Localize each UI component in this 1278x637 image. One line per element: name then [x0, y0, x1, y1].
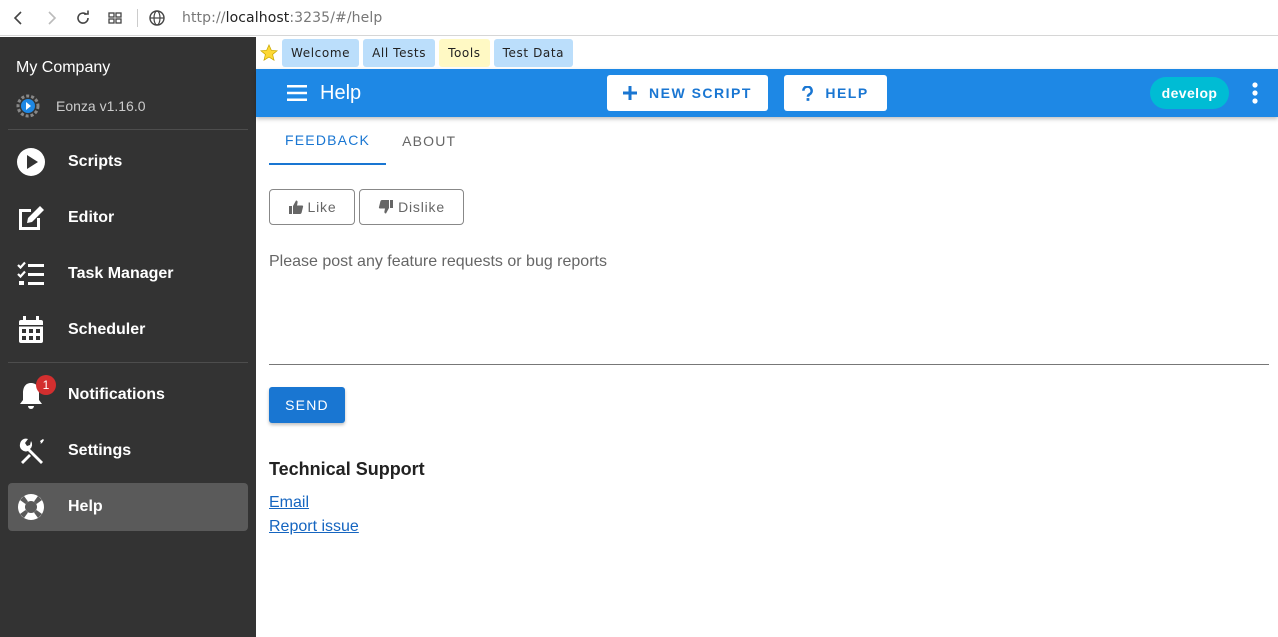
tab-feedback[interactable]: FEEDBACK — [269, 117, 387, 165]
feedback-textarea[interactable] — [269, 247, 1269, 365]
report-issue-link[interactable]: Report issue — [269, 518, 359, 536]
sidebar-item-label: Task Manager — [68, 265, 174, 282]
company-name: My Company — [16, 59, 111, 76]
browser-toolbar: http://localhost:3235/#/help — [0, 0, 1278, 36]
app-version: Eonza v1.16.0 — [56, 98, 146, 114]
tab-about[interactable]: ABOUT — [386, 117, 472, 165]
dislike-label: Dislike — [398, 199, 445, 215]
calendar-icon — [16, 315, 46, 345]
help-button[interactable]: HELP — [784, 75, 887, 111]
bookmark-all-tests[interactable]: All Tests — [363, 39, 436, 67]
eonza-logo-icon — [16, 94, 40, 118]
forward-icon — [48, 10, 57, 25]
sidebar-item-label: Settings — [68, 442, 132, 459]
new-script-button[interactable]: NEW SCRIPT — [607, 75, 768, 111]
version-row: Eonza v1.16.0 — [16, 94, 146, 118]
sidebar-divider — [8, 362, 248, 363]
back-button[interactable] — [3, 0, 35, 36]
page-title: Help — [320, 81, 362, 104]
send-button[interactable]: SEND — [269, 387, 345, 423]
forward-button[interactable] — [35, 0, 67, 36]
like-button[interactable]: Like — [269, 189, 355, 225]
help-tabs: FEEDBACK ABOUT — [269, 117, 472, 165]
sidebar-divider — [8, 129, 248, 130]
sidebar-item-label: Scheduler — [68, 321, 146, 338]
tools-icon — [16, 436, 46, 466]
globe-icon — [148, 9, 166, 27]
bookmarks-bar: Welcome All Tests Tools Test Data — [256, 37, 1278, 69]
reload-button[interactable] — [67, 0, 99, 36]
sidebar-item-label: Help — [68, 498, 103, 515]
technical-support-heading: Technical Support — [269, 459, 425, 479]
app-bar: Help NEW SCRIPT HELP develop — [256, 69, 1278, 117]
sidebar: My Company Eonza v1.16.0 Scripts Editor … — [0, 37, 256, 637]
url-scheme: http:// — [182, 9, 226, 26]
apps-button[interactable] — [99, 0, 131, 36]
like-label: Like — [307, 199, 337, 215]
url-path: :3235/#/help — [289, 9, 383, 26]
url-host: localhost — [225, 9, 290, 26]
play-circle-icon — [16, 147, 46, 177]
sidebar-item-settings[interactable]: Settings — [8, 427, 248, 475]
question-icon — [802, 85, 814, 101]
address-bar[interactable]: http://localhost:3235/#/help — [182, 10, 382, 26]
thumb-down-icon — [378, 200, 394, 214]
bookmark-welcome[interactable]: Welcome — [282, 39, 360, 67]
sidebar-item-notifications[interactable]: 1 Notifications — [8, 371, 248, 419]
reload-icon — [77, 10, 89, 24]
back-icon — [13, 10, 22, 25]
hamburger-menu-icon[interactable] — [285, 81, 309, 105]
bookmark-tools[interactable]: Tools — [439, 39, 490, 67]
dislike-button[interactable]: Dislike — [359, 189, 464, 225]
sidebar-item-label: Notifications — [68, 386, 165, 403]
edit-icon — [16, 203, 46, 233]
email-link[interactable]: Email — [269, 494, 309, 512]
sidebar-item-help[interactable]: Help — [8, 483, 248, 531]
lifebuoy-icon — [16, 492, 46, 522]
sidebar-item-scheduler[interactable]: Scheduler — [8, 306, 248, 354]
branch-chip[interactable]: develop — [1150, 77, 1229, 109]
star-icon[interactable] — [256, 37, 282, 69]
sidebar-item-scripts[interactable]: Scripts — [8, 138, 248, 186]
checklist-icon — [16, 259, 46, 289]
apps-grid-icon — [108, 11, 122, 24]
more-vert-icon[interactable] — [1243, 81, 1267, 105]
sidebar-item-task-manager[interactable]: Task Manager — [8, 250, 248, 298]
notification-badge: 1 — [36, 375, 56, 395]
sidebar-item-label: Scripts — [68, 153, 123, 170]
plus-icon — [623, 86, 638, 100]
thumb-up-icon — [288, 200, 303, 214]
sidebar-item-editor[interactable]: Editor — [8, 194, 248, 242]
help-label: HELP — [825, 85, 869, 101]
bell-icon: 1 — [16, 375, 56, 410]
bookmark-test-data[interactable]: Test Data — [493, 39, 574, 67]
sidebar-item-label: Editor — [68, 209, 115, 226]
toolbar-divider — [137, 8, 138, 27]
new-script-label: NEW SCRIPT — [649, 85, 752, 101]
